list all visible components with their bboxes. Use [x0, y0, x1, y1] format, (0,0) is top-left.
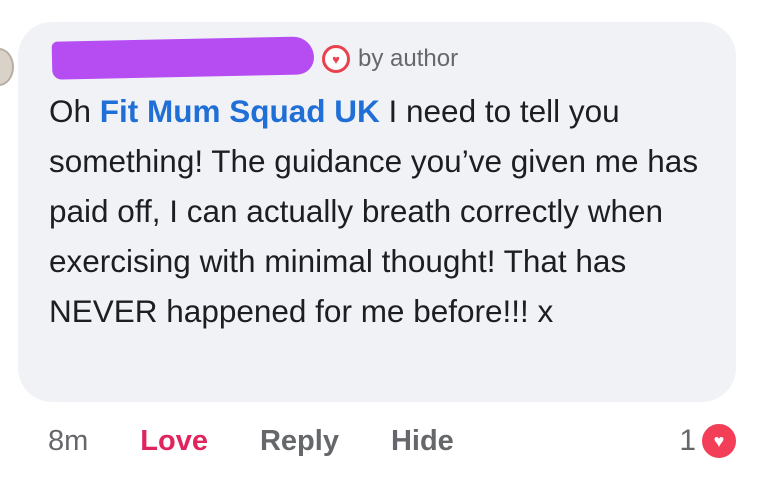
comment-header: ♥ by author: [51, 36, 458, 82]
love-button[interactable]: Love: [140, 425, 208, 458]
comment-timestamp[interactable]: 8m: [48, 425, 88, 458]
hide-button[interactable]: Hide: [391, 425, 454, 458]
comment-actions: 8m Love Reply Hide: [48, 418, 506, 464]
author-badge-label: by author: [358, 45, 459, 72]
avatar[interactable]: [0, 48, 14, 86]
reaction-summary[interactable]: 1 ♥: [679, 418, 738, 464]
heart-badge-icon: ♥: [322, 45, 350, 73]
comment-text-prefix: Oh: [49, 93, 100, 129]
redaction-mark: [51, 36, 315, 80]
author-name-redacted[interactable]: [51, 36, 315, 81]
reply-button[interactable]: Reply: [260, 425, 339, 458]
comment-text: Oh Fit Mum Squad UK I need to tell you s…: [49, 86, 719, 336]
page-mention-link[interactable]: Fit Mum Squad UK: [100, 93, 380, 129]
author-badge: ♥ by author: [322, 45, 458, 73]
heart-icon: ♥: [700, 422, 738, 460]
reaction-count: 1: [679, 424, 696, 457]
